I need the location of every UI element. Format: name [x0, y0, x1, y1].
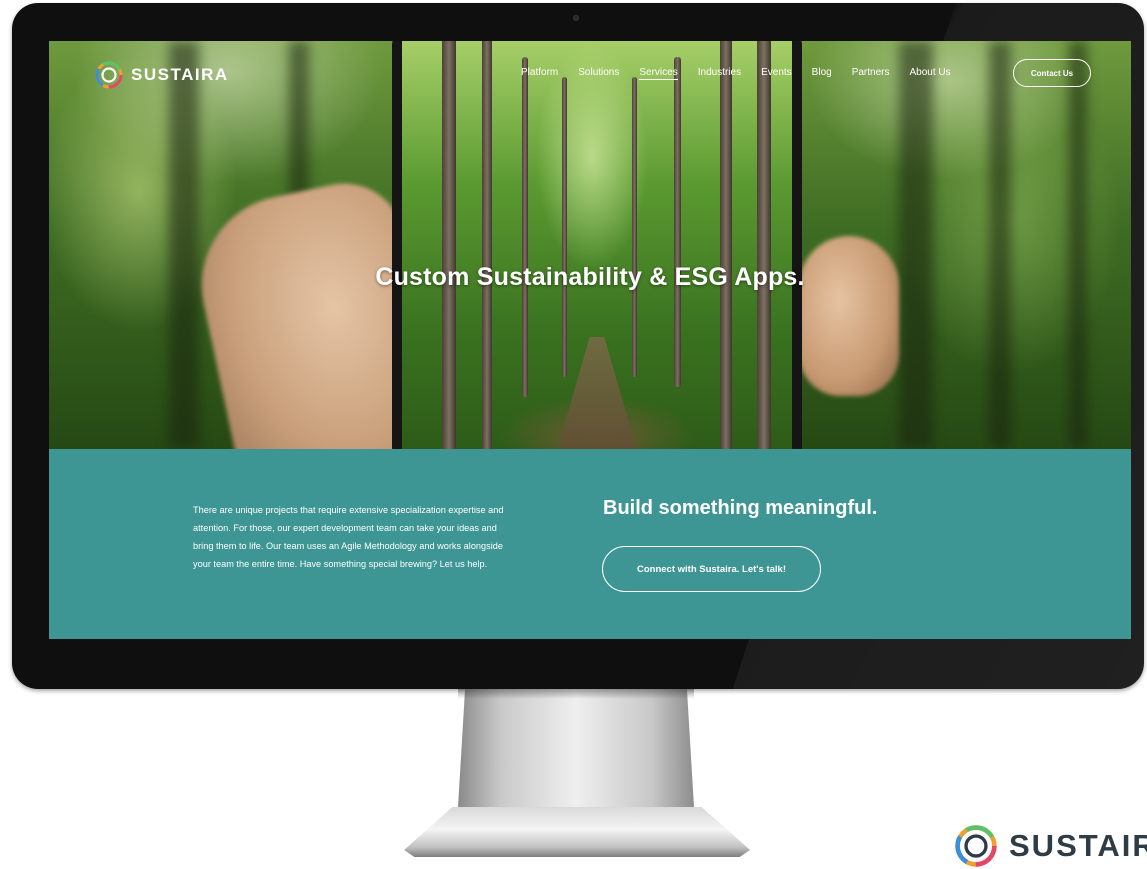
nav-item-industries[interactable]: Industries [698, 67, 741, 80]
main-nav: Platform Solutions Services Industries E… [521, 67, 971, 80]
intro-paragraph: There are unique projects that require e… [193, 505, 504, 569]
tree-trunk [562, 77, 567, 377]
phone-forest-image [402, 41, 792, 449]
tree-trunk [442, 41, 456, 449]
connect-button[interactable]: Connect with Sustaira. Let's talk! [602, 546, 821, 592]
nav-item-blog[interactable]: Blog [812, 67, 832, 80]
tree-trunk [632, 77, 637, 377]
nav-item-services[interactable]: Services [639, 67, 678, 80]
website-screen: Custom Sustainability & ESG Apps. SUSTAI… [49, 41, 1131, 639]
tree-trunk [482, 41, 492, 449]
tree-trunk [720, 41, 732, 449]
nav-item-partners[interactable]: Partners [852, 67, 890, 80]
cta-title: Build something meaningful. [603, 497, 878, 519]
nav-item-events[interactable]: Events [761, 67, 792, 80]
nav-item-solutions[interactable]: Solutions [578, 67, 619, 80]
tree-trunk [674, 57, 681, 387]
nav-item-platform[interactable]: Platform [521, 67, 558, 80]
background-tree [169, 41, 199, 449]
sustaira-logo-icon [95, 61, 123, 89]
camera-icon [573, 15, 579, 21]
thumb-image [799, 236, 899, 396]
corner-logo-text: SUSTAIR [1009, 828, 1147, 863]
monitor-bezel: Custom Sustainability & ESG Apps. SUSTAI… [12, 3, 1144, 689]
brand-name: SUSTAIRA [131, 65, 229, 84]
brand-logo[interactable]: SUSTAIRA [94, 60, 229, 90]
phone-frame [392, 41, 802, 449]
monitor-stand-shadow [458, 689, 694, 699]
background-tree [1069, 41, 1087, 449]
hero-title: Custom Sustainability & ESG Apps. [375, 263, 805, 291]
corner-logo: SUSTAIR [953, 823, 1147, 869]
nav-item-about-us[interactable]: About Us [909, 67, 950, 80]
background-tree [989, 41, 1011, 449]
monitor-stand-neck [458, 689, 694, 807]
tree-trunk [757, 41, 771, 449]
hero-section: Custom Sustainability & ESG Apps. SUSTAI… [49, 41, 1131, 449]
background-tree [899, 41, 933, 449]
monitor-stand-base [404, 807, 750, 857]
sustaira-logo-icon [955, 825, 997, 867]
contact-us-button[interactable]: Contact Us [1013, 59, 1091, 87]
tree-trunk [522, 57, 528, 397]
